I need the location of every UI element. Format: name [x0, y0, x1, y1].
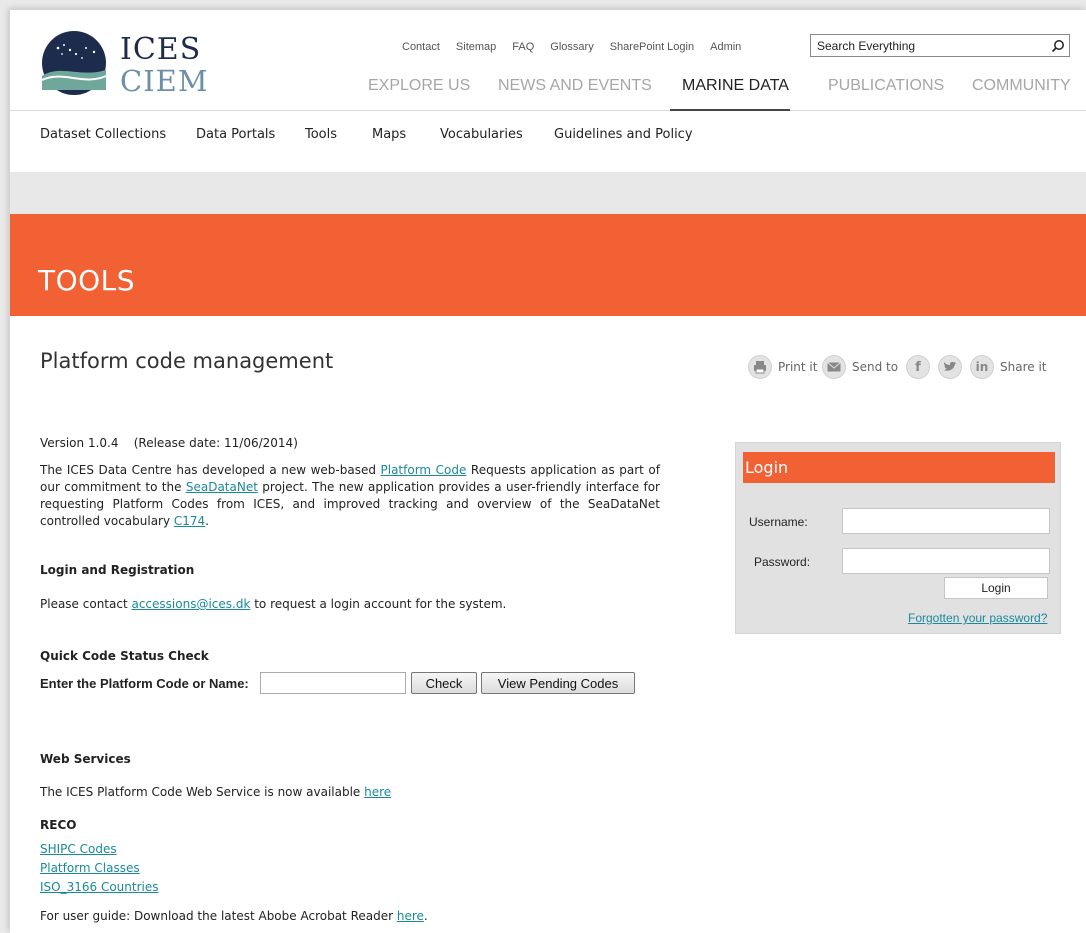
- section-banner: TOOLS: [10, 214, 1086, 316]
- seadatanet-link[interactable]: SeaDataNet: [186, 480, 258, 494]
- share-label[interactable]: Share it: [1000, 360, 1046, 374]
- login-panel: Login Username: Password: Login Forgotte…: [735, 442, 1061, 634]
- utility-links: Contact Sitemap FAQ Glossary SharePoint …: [402, 41, 757, 53]
- linkedin-icon[interactable]: in: [970, 355, 994, 379]
- intro-text-1: The ICES Data Centre has developed a new…: [40, 463, 381, 477]
- login-panel-title: Login: [743, 452, 1055, 483]
- web-service-here-link[interactable]: here: [364, 785, 391, 799]
- page-title: Platform code management: [40, 349, 334, 373]
- util-link-faq[interactable]: FAQ: [512, 41, 534, 53]
- nav-divider: [10, 110, 1086, 111]
- util-link-admin[interactable]: Admin: [710, 41, 741, 53]
- login-button[interactable]: Login: [944, 577, 1048, 599]
- ices-logo-emblem-icon: [41, 31, 107, 95]
- intro-paragraph: The ICES Data Centre has developed a new…: [40, 462, 660, 530]
- subnav-maps[interactable]: Maps: [372, 127, 406, 142]
- nav-marine-data[interactable]: MARINE DATA: [682, 77, 789, 95]
- logo-text-ices: ICES: [120, 32, 202, 67]
- platform-classes-link[interactable]: Platform Classes: [40, 860, 140, 877]
- send-label[interactable]: Send to: [852, 360, 898, 374]
- logo-text-ciem: CIEM: [120, 64, 209, 98]
- login-reg-pre: Please contact: [40, 597, 132, 611]
- print-label[interactable]: Print it: [778, 360, 817, 374]
- version-text: Version 1.0.4 (Release date: 11/06/2014): [40, 436, 298, 450]
- email-icon[interactable]: [822, 355, 846, 379]
- nav-explore-us[interactable]: EXPLORE US: [368, 77, 470, 95]
- c174-link[interactable]: C174: [174, 514, 205, 528]
- accessions-email-link[interactable]: accessions@ices.dk: [131, 597, 250, 611]
- quick-check-heading: Quick Code Status Check: [40, 649, 209, 663]
- password-label: Password:: [754, 555, 811, 569]
- subnav-vocabularies[interactable]: Vocabularies: [440, 127, 523, 142]
- user-guide-text: For user guide: Download the latest Abob…: [40, 908, 428, 925]
- facebook-icon[interactable]: f: [906, 355, 930, 379]
- reco-heading: RECO: [40, 818, 77, 832]
- login-registration-heading: Login and Registration: [40, 563, 195, 577]
- twitter-icon[interactable]: [938, 355, 962, 379]
- password-input[interactable]: [842, 548, 1050, 574]
- acrobat-here-link[interactable]: here: [397, 909, 424, 923]
- username-input[interactable]: [842, 508, 1050, 534]
- quick-check-label: Enter the Platform Code or Name:: [40, 676, 249, 691]
- subnav-guidelines-and-policy[interactable]: Guidelines and Policy: [554, 127, 693, 142]
- login-registration-text: Please contact accessions@ices.dk to req…: [40, 596, 506, 613]
- shipc-codes-link[interactable]: SHIPC Codes: [40, 841, 117, 858]
- forgot-password-link[interactable]: Forgotten your password?: [908, 611, 1047, 625]
- web-services-text: The ICES Platform Code Web Service is no…: [40, 784, 391, 801]
- intro-text-4: .: [205, 514, 210, 528]
- search-icon[interactable]: [1047, 35, 1069, 56]
- print-icon[interactable]: [748, 355, 772, 379]
- check-button[interactable]: Check: [411, 672, 477, 694]
- grey-band: [10, 172, 1086, 214]
- util-link-sharepoint-login[interactable]: SharePoint Login: [610, 41, 694, 53]
- nav-active-indicator: [670, 109, 790, 111]
- login-reg-post: to request a login account for the syste…: [250, 597, 507, 611]
- nav-community[interactable]: COMMUNITY: [972, 77, 1071, 95]
- nav-news-and-events[interactable]: NEWS AND EVENTS: [498, 77, 652, 95]
- web-services-heading: Web Services: [40, 752, 131, 766]
- search-input[interactable]: [811, 38, 1047, 53]
- username-label: Username:: [749, 515, 808, 529]
- web-services-pre: The ICES Platform Code Web Service is no…: [40, 785, 365, 799]
- page: ICES CIEM Contact Sitemap FAQ Glossary S…: [10, 10, 1086, 933]
- subnav-data-portals[interactable]: Data Portals: [196, 127, 275, 142]
- platform-code-input[interactable]: [260, 672, 406, 694]
- platform-code-link[interactable]: Platform Code: [381, 463, 467, 477]
- subnav-dataset-collections[interactable]: Dataset Collections: [40, 127, 166, 142]
- nav-publications[interactable]: PUBLICATIONS: [828, 77, 944, 95]
- util-link-contact[interactable]: Contact: [402, 41, 440, 53]
- banner-title: TOOLS: [38, 264, 136, 297]
- subnav-tools[interactable]: Tools: [305, 127, 337, 142]
- ices-logo[interactable]: ICES CIEM: [40, 30, 210, 100]
- search-box: [810, 34, 1070, 57]
- util-link-sitemap[interactable]: Sitemap: [456, 41, 496, 53]
- iso-3166-countries-link[interactable]: ISO_3166 Countries: [40, 879, 159, 896]
- util-link-glossary[interactable]: Glossary: [550, 41, 593, 53]
- guide-post: .: [423, 909, 428, 923]
- view-pending-codes-button[interactable]: View Pending Codes: [481, 672, 635, 694]
- guide-pre: For user guide: Download the latest Abob…: [40, 909, 397, 923]
